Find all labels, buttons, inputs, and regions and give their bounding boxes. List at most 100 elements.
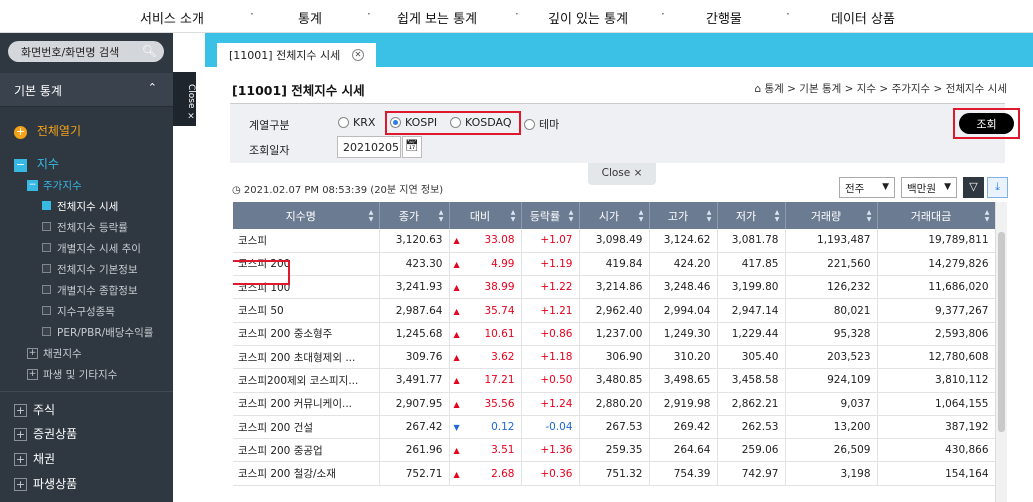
table-row[interactable]: 코스피 200 중소형주 1,245.68 ▲ 10.61 +0.86 1,237.00 1…	[233, 322, 996, 346]
unit-select[interactable]: 백만원 ▼	[901, 177, 957, 198]
calendar-icon[interactable]: 📅︎	[402, 136, 422, 158]
menu-deriv-index[interactable]: 파생 및 기타지수	[43, 367, 117, 382]
plus-box-icon: +	[14, 453, 27, 466]
menu-item[interactable]: 개별지수 종합정보	[57, 283, 138, 298]
doc-icon	[42, 264, 51, 273]
screen-search-input[interactable]: 화면번호/화면명 검색 🔍︎	[8, 41, 164, 62]
table-row[interactable]: 코스피 100 3,241.93 ▲ 38.99 +1.22 3,214.86 3,248.…	[233, 275, 996, 300]
table-row[interactable]: 코스피 3,120.63 ▲ 33.08 +1.07 3,098.49 3,124.62 3,…	[233, 229, 996, 253]
table-cell: +1.36	[521, 438, 580, 463]
menu-stock-index[interactable]: 주가지수	[43, 178, 82, 193]
menu-item[interactable]: 개별지수 시세 추이	[57, 241, 141, 256]
radio-theme[interactable]: 테마	[524, 116, 559, 132]
sort-icon[interactable]: ▲▼	[368, 209, 375, 223]
search-icon[interactable]: 🔍︎	[142, 44, 157, 58]
table-row[interactable]: 코스피 200 중공업 261.96 ▲ 3.51 +1.36 259.35 264.64 2…	[233, 438, 996, 463]
table-cell[interactable]: 코스피 200 중소형주	[233, 322, 380, 346]
table-cell: 14,279,826	[877, 252, 996, 277]
column-header[interactable]: 등락률 ▲▼	[521, 202, 580, 229]
menu-bond-index[interactable]: 채권지수	[43, 346, 82, 361]
table-cell[interactable]: 코스피 50	[233, 298, 380, 323]
menu-item-active[interactable]: 전체지수 시세	[57, 199, 118, 214]
section-title: 기본 통계	[14, 84, 62, 98]
sort-icon[interactable]: ▲▼	[774, 209, 781, 223]
nav-separator: ·	[367, 7, 371, 21]
sort-icon[interactable]: ▲▼	[638, 209, 645, 223]
breadcrumb-item[interactable]: 주가지수	[892, 83, 931, 95]
sidebar-close-button[interactable]: Close ×	[173, 72, 196, 126]
menu-item[interactable]: 전체지수 기본정보	[57, 262, 138, 277]
column-header[interactable]: 시가 ▲▼	[579, 202, 650, 229]
filter-icon[interactable]: ▽	[963, 177, 984, 198]
table-row[interactable]: 코스피 200 건설 267.42 ▼ 0.12 -0.04 267.53 269.42 26…	[233, 415, 996, 440]
breadcrumb-item[interactable]: 기본 통계	[799, 83, 841, 95]
section-basic-stats[interactable]: 기본 통계 ⌃	[0, 73, 173, 107]
name-value: 코스피200제외 코스피지...	[238, 374, 359, 387]
column-header[interactable]: 종가 ▲▼	[379, 202, 450, 229]
column-header[interactable]: 대비 ▲▼	[449, 202, 522, 229]
table-cell[interactable]: 코스피 200 커뮤니케이...	[233, 392, 380, 416]
table-row[interactable]: 코스피200제외 코스피지... 3,491.77 ▲ 17.21 +0.50 3,480…	[233, 368, 996, 393]
nav-deep-stats[interactable]: 깊이 있는 통계	[548, 8, 628, 27]
column-header[interactable]: 저가 ▲▼	[717, 202, 786, 229]
menu-index[interactable]: − 지수	[0, 146, 173, 180]
search-button[interactable]: 조회	[959, 113, 1014, 134]
vertical-scrollbar[interactable]	[995, 202, 1007, 502]
column-header[interactable]: 거래량 ▲▼	[785, 202, 878, 229]
sort-icon[interactable]: ▲▼	[568, 209, 575, 223]
table-row[interactable]: 코스피 200 커뮤니케이... 2,907.95 ▲ 35.56 +1.24 2,880…	[233, 392, 996, 416]
column-header[interactable]: 지수명 ▲▼	[233, 202, 380, 229]
table-cell[interactable]: 코스피 200 중공업	[233, 438, 380, 463]
change-value: 2.68	[491, 467, 515, 480]
table-row[interactable]: 코스피 50 2,987.64 ▲ 35.74 +1.21 2,962.40 2,994.0…	[233, 298, 996, 323]
table-cell[interactable]: 코스피	[233, 229, 380, 253]
date-input[interactable]: 20210205	[337, 136, 401, 158]
nav-statistics[interactable]: 통계	[298, 8, 322, 27]
table-cell: 2,947.14	[717, 298, 786, 323]
table-row[interactable]: 코스피 200 초대형제외 ... 309.76 ▲ 3.62 +1.18 306.90 3…	[233, 345, 996, 370]
doc-icon	[42, 222, 51, 231]
table-row[interactable]: 코스피 200 철강/소재 752.71 ▲ 2.68 +0.36 751.32 754.3…	[233, 461, 996, 486]
expand-all-button[interactable]: + 전체열기	[0, 113, 173, 147]
open-value: 3,098.49	[595, 234, 643, 247]
menu-item[interactable]: 전체지수 등락률	[57, 220, 128, 235]
table-cell: 3,810,112	[877, 368, 996, 393]
menu-derivatives[interactable]: + 파생상품	[0, 466, 173, 500]
nav-easy-stats[interactable]: 쉽게 보는 통계	[397, 8, 477, 27]
column-header[interactable]: 거래대금 ▲▼	[877, 202, 996, 229]
low-value: 262.53	[741, 421, 779, 434]
table-cell[interactable]: 코스피 200 철강/소재	[233, 461, 380, 486]
sort-icon[interactable]: ▲▼	[706, 209, 713, 223]
scrollbar-thumb[interactable]	[998, 232, 1005, 432]
menu-item[interactable]: 지수구성종목	[57, 304, 115, 319]
table-cell: 1,237.00	[579, 322, 650, 346]
table-cell[interactable]: 코스피 200 초대형제외 ...	[233, 345, 380, 370]
table-cell: 126,232	[785, 275, 878, 300]
nav-service-intro[interactable]: 서비스 소개	[140, 8, 204, 27]
timestamp: 2021.02.07 PM 08:53:39	[243, 185, 368, 196]
tab-index-quotes[interactable]: [11001] 전체지수 시세 ✕	[217, 43, 376, 67]
breadcrumb-item[interactable]: 통계	[764, 83, 783, 95]
menu-item[interactable]: PER/PBR/배당수익률	[57, 325, 153, 340]
filter-close-button[interactable]: Close ×	[588, 163, 656, 185]
sort-icon[interactable]: ▲▼	[510, 209, 517, 223]
sort-icon[interactable]: ▲▼	[438, 209, 445, 223]
table-cell[interactable]: 코스피 200 건설	[233, 415, 380, 440]
table-cell[interactable]: 코스피200제외 코스피지...	[233, 368, 380, 393]
sort-icon[interactable]: ▲▼	[866, 209, 873, 223]
table-cell: +1.22	[521, 275, 580, 300]
download-icon[interactable]: ⤓	[987, 177, 1008, 198]
period-select[interactable]: 전주 ▼	[839, 177, 895, 198]
home-icon[interactable]: ⌂	[754, 83, 761, 95]
rate-value: +1.18	[540, 351, 573, 364]
sort-icon[interactable]: ▲▼	[984, 209, 991, 223]
column-header[interactable]: 고가 ▲▼	[649, 202, 718, 229]
low-value: 2,947.14	[731, 304, 779, 317]
date-label: 조회일자	[249, 144, 290, 157]
breadcrumb-item[interactable]: 지수	[857, 83, 876, 95]
nav-data-products[interactable]: 데이터 상품	[831, 8, 895, 27]
close-icon[interactable]: ✕	[352, 49, 364, 61]
nav-publications[interactable]: 간행물	[706, 8, 742, 27]
radio-krx[interactable]: KRX	[338, 116, 375, 129]
table-row[interactable]: 코스피 200 423.30 ▲ 4.99 +1.19 419.84 424.20 417.8…	[233, 252, 996, 277]
